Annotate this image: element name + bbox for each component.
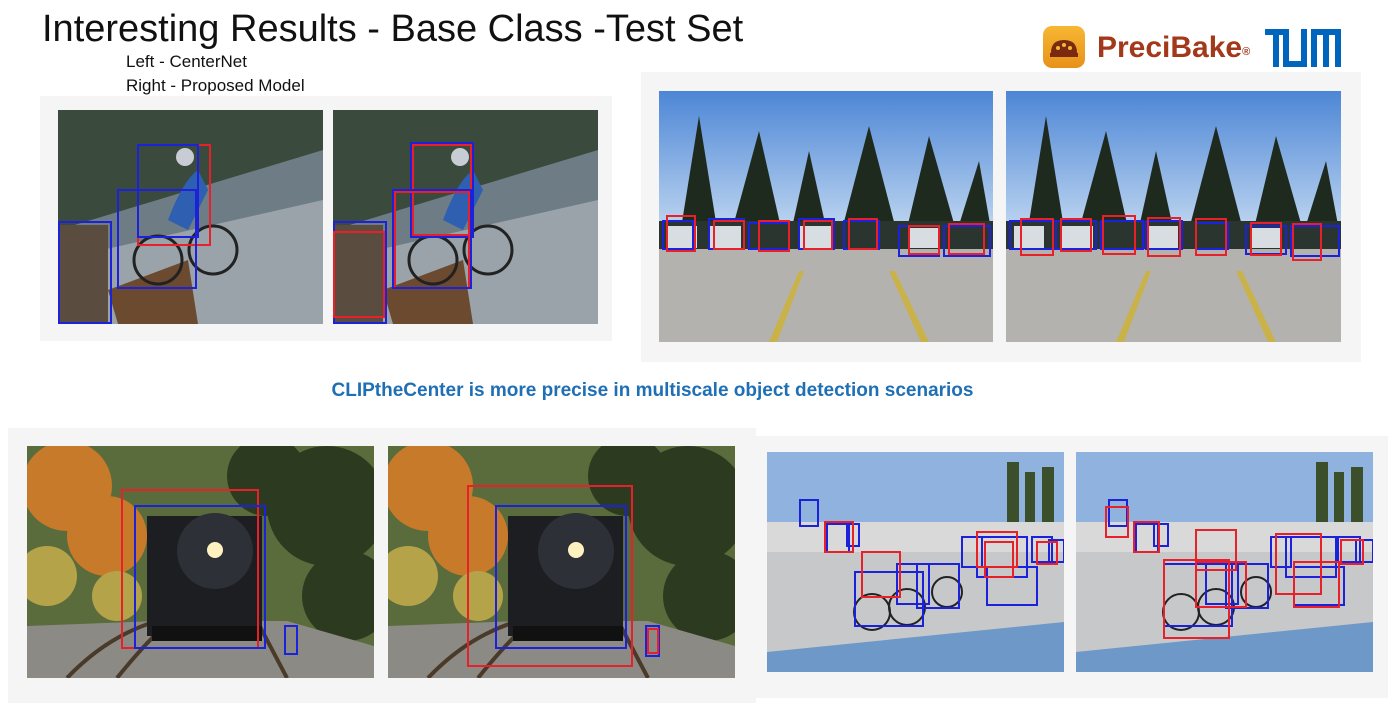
- parking-centernet: [659, 91, 993, 342]
- train-centernet: [27, 446, 374, 678]
- precibake-logo: PreciBake®: [1043, 26, 1343, 72]
- velodrome-centernet: [767, 452, 1064, 672]
- slide-title: Interesting Results - Base Class -Test S…: [42, 8, 744, 50]
- velodrome-proposed: [1076, 452, 1373, 672]
- legend-left-label: Left - CenterNet: [126, 52, 247, 71]
- caption-text: CLIPtheCenter is more precise in multisc…: [331, 380, 974, 401]
- bread-icon: [1043, 26, 1085, 68]
- train-proposed: [388, 446, 735, 678]
- tum-logo-icon: [1265, 29, 1341, 67]
- parking-proposed: [1006, 91, 1341, 342]
- cyclist-centernet: [58, 110, 323, 324]
- cyclist-proposed: [333, 110, 598, 324]
- legend-right-label: Right - Proposed Model: [126, 76, 305, 95]
- brand-name: PreciBake®: [1097, 31, 1251, 64]
